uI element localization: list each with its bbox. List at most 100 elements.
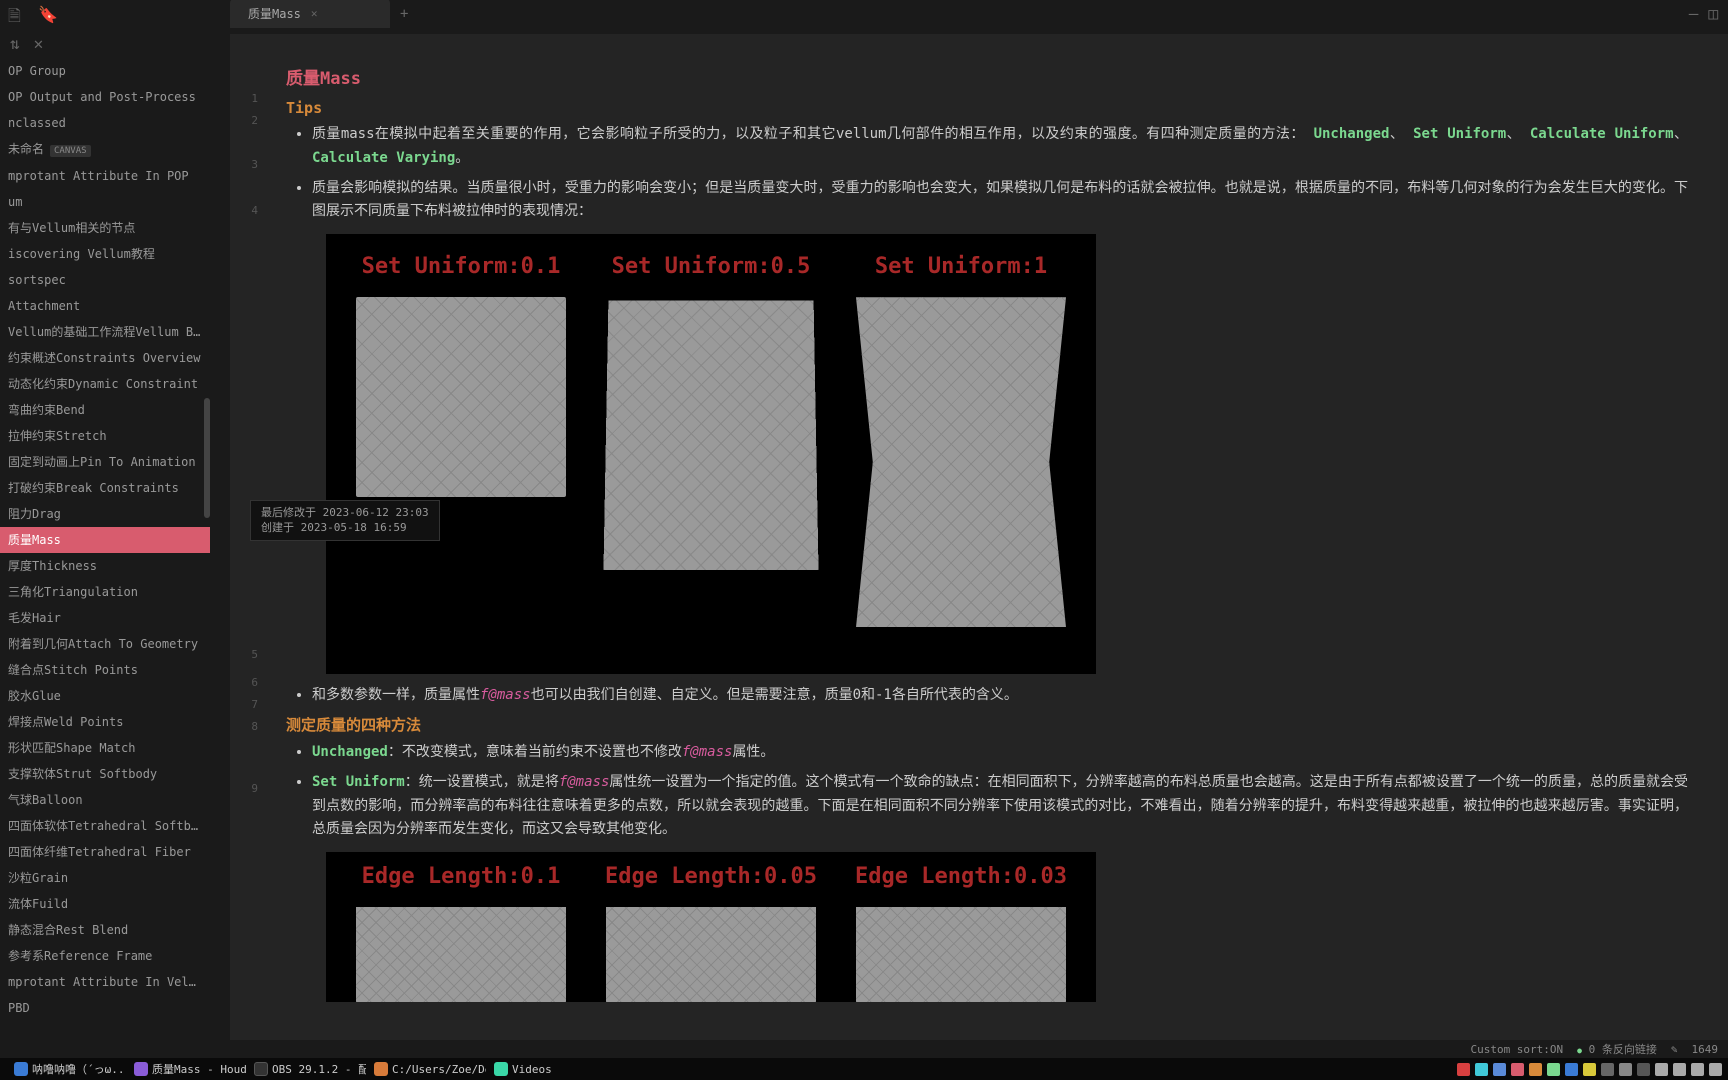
close-panel-icon[interactable]: ✕ xyxy=(34,34,44,53)
sidebar-item[interactable]: 支撑软体Strut Softbody xyxy=(0,761,210,787)
sidebar-item[interactable]: 固定到动画上Pin To Animation xyxy=(0,449,210,475)
task-app-5[interactable]: Videos xyxy=(486,1060,560,1078)
tray-icon[interactable] xyxy=(1637,1063,1650,1076)
figure-set-uniform: Set Uniform:0.1 Set Uniform:0.5 Set Unif… xyxy=(326,234,1096,674)
bullet-intro: 质量mass在模拟中起着至关重要的作用，它会影响粒子所受的力，以及粒子和其它ve… xyxy=(312,123,1688,171)
sidebar-item[interactable]: 四面体软体Tetrahedral Softbody xyxy=(0,813,210,839)
tray-icon[interactable] xyxy=(1619,1063,1632,1076)
sidebar-item[interactable]: 毛发Hair xyxy=(0,605,210,631)
sidebar-item[interactable]: 静态混合Rest Blend xyxy=(0,917,210,943)
sidebar-item[interactable]: 胶水Glue xyxy=(0,683,210,709)
tab-mass[interactable]: 质量Mass ✕ xyxy=(230,0,390,28)
cloth-sample-10 xyxy=(856,297,1066,627)
tray-icon[interactable] xyxy=(1529,1063,1542,1076)
bullet-set-uniform: Set Uniform：统一设置模式，就是将f@mass属性统一设置为一个指定的… xyxy=(312,771,1688,842)
window-controls: — ◫ xyxy=(1689,4,1718,23)
kw-set-uniform: Set Uniform xyxy=(1413,126,1506,142)
app-icon xyxy=(134,1062,148,1076)
tab-title: 质量Mass xyxy=(248,5,301,22)
statusbar: Custom sort:ON ● 0 条反向链接 ✎ 1649 xyxy=(0,1040,1728,1058)
line-number: 7 xyxy=(251,698,258,711)
sidebar-item[interactable]: OP Output and Post-Process xyxy=(0,84,210,110)
figure-edge-length: Edge Length:0.1 Edge Length:0.05 Edge Le… xyxy=(326,852,1096,1002)
sidebar-item[interactable]: 四面体纤维Tetrahedral Fiber xyxy=(0,839,210,865)
task-app-4[interactable]: C:/Users/Zoe/Des... xyxy=(366,1060,486,1078)
tray-icon[interactable] xyxy=(1583,1063,1596,1076)
sidebar-item[interactable]: 打破约束Break Constraints xyxy=(0,475,210,501)
attr-fmass: f@mass xyxy=(480,687,531,703)
sidebar-item[interactable]: OP Group xyxy=(0,58,210,84)
minimize-icon[interactable]: — xyxy=(1689,4,1699,23)
close-icon[interactable]: ✕ xyxy=(311,7,318,20)
sidebar-item[interactable]: nclassed xyxy=(0,110,210,136)
sidebar-item[interactable]: Attachment xyxy=(0,293,210,319)
tray-speaker-icon[interactable] xyxy=(1655,1063,1668,1076)
tray-icon[interactable] xyxy=(1511,1063,1524,1076)
sidebar-item[interactable]: 焊接点Weld Points xyxy=(0,709,210,735)
sidebar-item[interactable]: 缝合点Stitch Points xyxy=(0,657,210,683)
system-tray xyxy=(1457,1063,1722,1076)
sidebar-item[interactable]: um xyxy=(0,189,210,215)
sidebar-item[interactable]: 形状匹配Shape Match xyxy=(0,735,210,761)
tray-icon[interactable] xyxy=(1457,1063,1470,1076)
houdini-icon xyxy=(374,1062,388,1076)
sidebar-item[interactable]: 动态化约束Dynamic Constraint xyxy=(0,371,210,397)
tray-icon[interactable] xyxy=(1547,1063,1560,1076)
sidebar-item[interactable]: 未命名 xyxy=(0,136,210,163)
tray-clock-icon[interactable] xyxy=(1709,1063,1722,1076)
sort-icon[interactable]: ⇅ xyxy=(10,34,20,53)
cloth-sample-01 xyxy=(356,297,566,497)
sidebar-item[interactable]: 流体Fuild xyxy=(0,891,210,917)
bookmark-icon[interactable]: 🔖 xyxy=(38,5,56,23)
tray-network-icon[interactable] xyxy=(1673,1063,1686,1076)
sidebar-item[interactable]: 阻力Drag xyxy=(0,501,210,527)
sidebar-item[interactable]: 参考系Reference Frame xyxy=(0,943,210,969)
app-icon xyxy=(14,1062,28,1076)
tray-icon[interactable] xyxy=(1493,1063,1506,1076)
sidebar-item[interactable]: mprotant Attribute In Vellum xyxy=(0,969,210,995)
sidebar-item[interactable]: mprotant Attribute In POP xyxy=(0,163,210,189)
tray-battery-icon[interactable] xyxy=(1691,1063,1704,1076)
sidebar-item[interactable]: Vellum的基础工作流程Vellum Bas... xyxy=(0,319,210,345)
sidebar-item[interactable]: 弯曲约束Bend xyxy=(0,397,210,423)
sidebar-item[interactable]: 沙粒Grain xyxy=(0,865,210,891)
sidebar-item[interactable]: 约束概述Constraints Overview xyxy=(0,345,210,371)
sidebar-item[interactable]: sortspec xyxy=(0,267,210,293)
sidebar-item[interactable]: iscovering Vellum教程 xyxy=(0,241,210,267)
line-number: 3 xyxy=(251,158,258,171)
task-app-3[interactable]: OBS 29.1.2 - 配置... xyxy=(246,1059,366,1079)
status-sort[interactable]: Custom sort:ON xyxy=(1470,1043,1563,1056)
tray-icon[interactable] xyxy=(1565,1063,1578,1076)
tab-add-button[interactable]: + xyxy=(390,0,418,28)
bullet-fmass: 和多数参数一样，质量属性f@mass也可以由我们自创建、自定义。但是需要注意，质… xyxy=(312,684,1688,708)
sidebar-item[interactable]: 气球Balloon xyxy=(0,787,210,813)
sidebar-item[interactable]: 附着到几何Attach To Geometry xyxy=(0,631,210,657)
kw-unchanged: Unchanged xyxy=(1314,126,1390,142)
cloth-sample-05 xyxy=(603,301,818,570)
sidebar-item[interactable]: 拉伸约束Stretch xyxy=(0,423,210,449)
file-icon[interactable]: 🗎 xyxy=(8,5,26,23)
line-number: 6 xyxy=(251,676,258,689)
sidebar-item[interactable]: 有与Vellum相关的节点 xyxy=(0,215,210,241)
task-app-2[interactable]: 质量Mass - Houdi... xyxy=(126,1059,246,1079)
tray-icon[interactable] xyxy=(1601,1063,1614,1076)
sidebar-item[interactable]: 三角化Triangulation xyxy=(0,579,210,605)
os-taskbar: 呐噜呐噜（´っω... 质量Mass - Houdi... OBS 29.1.2… xyxy=(0,1058,1728,1080)
sidebar-item[interactable]: 质量Mass xyxy=(0,527,210,553)
bullet-effect: 质量会影响模拟的结果。当质量很小时，受重力的影响会变小；但是当质量变大时，受重力… xyxy=(312,177,1688,225)
kw-calc-varying: Calculate Varying xyxy=(312,150,455,166)
sidebar: OP GroupOP Output and Post-Processnclass… xyxy=(0,58,210,1058)
sidebar-item[interactable]: 厚度Thickness xyxy=(0,553,210,579)
tabbar: 质量Mass ✕ + xyxy=(230,0,418,28)
scrollbar[interactable] xyxy=(204,398,210,518)
tray-icon[interactable] xyxy=(1475,1063,1488,1076)
sidebar-toolbar: ⇅ ✕ xyxy=(0,28,230,58)
layout-icon[interactable]: ◫ xyxy=(1708,4,1718,23)
sidebar-item[interactable]: PBD xyxy=(0,995,210,1021)
status-wordcount: 1649 xyxy=(1692,1043,1719,1056)
fig-label: Edge Length:0.05 xyxy=(596,864,826,889)
status-backlinks[interactable]: 0 条反向链接 xyxy=(1589,1043,1657,1056)
pencil-icon[interactable]: ✎ xyxy=(1671,1043,1678,1056)
task-app-1[interactable]: 呐噜呐噜（´っω... xyxy=(6,1059,126,1079)
cloth-edge-003 xyxy=(856,907,1066,1002)
